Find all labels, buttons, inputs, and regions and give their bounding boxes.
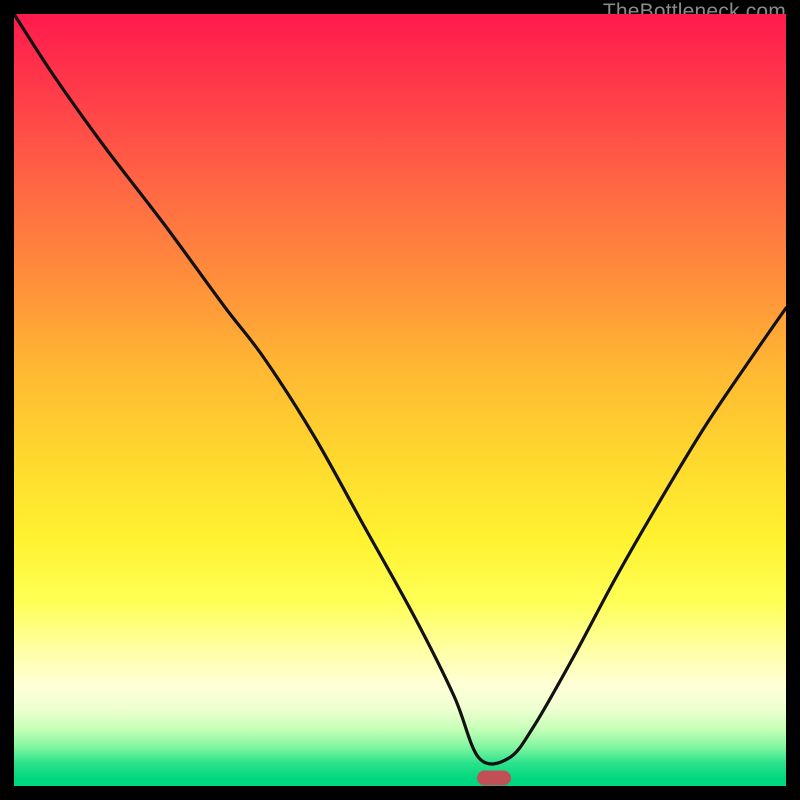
optimal-point-marker [477,771,511,786]
chart-frame [14,14,786,786]
chart-background-gradient [14,14,786,786]
